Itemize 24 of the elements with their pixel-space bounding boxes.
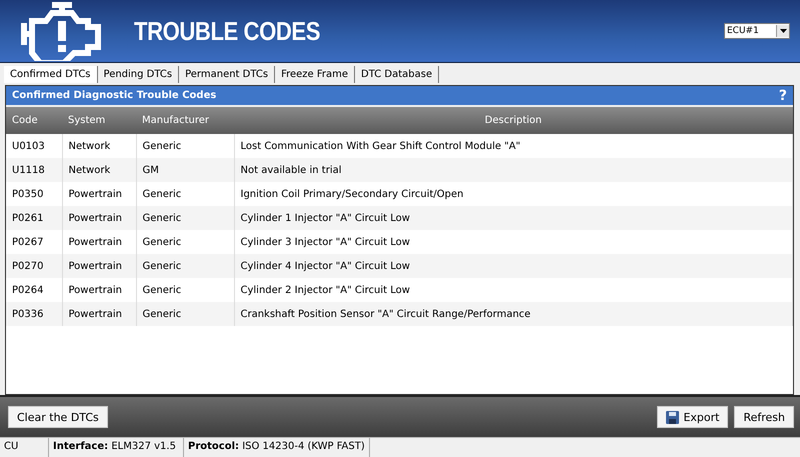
export-button[interactable]: Export xyxy=(657,406,728,428)
status-text: Interface: ELM327 v1.5 xyxy=(49,438,184,457)
panel-title: Confirmed Diagnostic Trouble Codes xyxy=(12,90,216,101)
table-cell: Generic xyxy=(136,302,234,326)
column-header[interactable]: Code xyxy=(6,106,62,134)
table-cell: Crankshaft Position Sensor "A" Circuit Range/Performance xyxy=(234,302,792,326)
column-header[interactable]: System xyxy=(62,106,136,134)
tab[interactable]: DTC Database xyxy=(355,66,440,83)
tab[interactable]: Permanent DTCs xyxy=(179,66,276,83)
status-text: Protocol: ISO 14230-4 (KWP FAST) xyxy=(184,438,370,457)
clear-dtcs-button[interactable]: Clear the DTCs xyxy=(8,406,108,428)
column-header[interactable]: Description xyxy=(234,106,792,134)
tab[interactable]: Freeze Frame xyxy=(275,66,356,83)
tab[interactable]: Confirmed DTCs xyxy=(4,66,98,83)
table-cell: Powertrain xyxy=(62,302,136,326)
help-button[interactable]: ? xyxy=(778,88,787,104)
page-title: TROUBLE CODES xyxy=(134,16,320,46)
tab[interactable]: Pending DTCs xyxy=(98,66,180,83)
refresh-button[interactable]: Refresh xyxy=(734,406,794,428)
table-cell: P0336 xyxy=(6,302,62,326)
status-text: CU xyxy=(0,438,49,457)
column-header[interactable]: Manufacturer xyxy=(136,106,234,134)
ecu-dropdown[interactable]: ECU#1 xyxy=(724,23,790,39)
caret-icon xyxy=(780,29,786,33)
